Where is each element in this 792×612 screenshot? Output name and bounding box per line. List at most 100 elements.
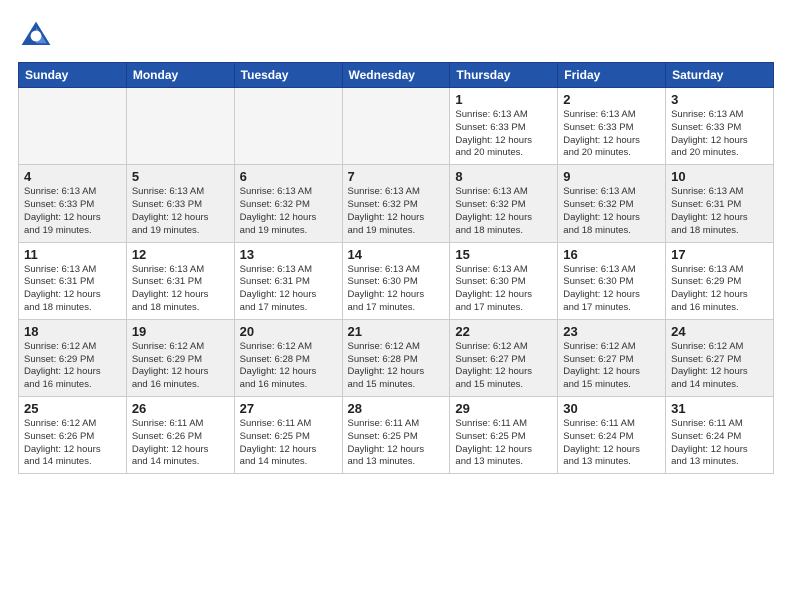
calendar-header-row: SundayMondayTuesdayWednesdayThursdayFrid…	[19, 63, 774, 88]
calendar-header-wednesday: Wednesday	[342, 63, 450, 88]
calendar-day-cell: 27Sunrise: 6:11 AM Sunset: 6:25 PM Dayli…	[234, 397, 342, 474]
day-detail: Sunrise: 6:12 AM Sunset: 6:27 PM Dayligh…	[563, 341, 660, 392]
day-number: 2	[563, 92, 660, 107]
day-detail: Sunrise: 6:13 AM Sunset: 6:30 PM Dayligh…	[563, 264, 660, 315]
calendar-week-row: 18 Sunrise: 6:12 AM Sunset: 6:29 PM Dayli…	[19, 319, 774, 396]
day-number: 21	[348, 324, 445, 339]
day-detail: Sunrise: 6:13 AM Sunset: 6:29 PM Dayligh…	[671, 264, 768, 315]
calendar-day-cell: 30 Sunrise: 6:11 AM Sunset: 6:24 PM Dayli…	[558, 397, 666, 474]
day-number: 27	[240, 401, 337, 416]
day-detail: Sunrise: 6:13 AM Sunset: 6:32 PM Dayligh…	[348, 186, 445, 237]
day-number: 26	[132, 401, 229, 416]
day-number: 18	[24, 324, 121, 339]
day-number: 28	[348, 401, 445, 416]
calendar-day-cell: 18Sunrise: 6:12 AM Sunset: 6:29 PM Dayli…	[19, 319, 127, 396]
calendar-day-cell: 21 Sunrise: 6:12 AM Sunset: 6:28 PM Dayli…	[342, 319, 450, 396]
calendar-day-cell: 3 Sunrise: 6:13 AM Sunset: 6:33 PM Daylig…	[666, 88, 774, 165]
day-detail: Sunrise: 6:13 AM Sunset: 6:31 PM Dayligh…	[671, 186, 768, 237]
day-detail: Sunrise: 6:12 AM Sunset: 6:27 PM Dayligh…	[671, 341, 768, 392]
day-number: 14	[348, 247, 445, 262]
day-detail: Sunrise: 6:13 AM Sunset: 6:32 PM Dayligh…	[240, 186, 337, 237]
day-detail: Sunrise: 6:11 AM Sunset: 6:26 PM Dayligh…	[132, 418, 229, 469]
calendar-day-cell: 8 Sunrise: 6:13 AM Sunset: 6:32 PM Daylig…	[450, 165, 558, 242]
day-detail: Sunrise: 6:13 AM Sunset: 6:31 PM Dayligh…	[24, 264, 121, 315]
day-number: 12	[132, 247, 229, 262]
day-number: 4	[24, 169, 121, 184]
day-number: 11	[24, 247, 121, 262]
day-number: 10	[671, 169, 768, 184]
day-number: 25	[24, 401, 121, 416]
calendar-day-cell: 1 Sunrise: 6:13 AM Sunset: 6:33 PM Daylig…	[450, 88, 558, 165]
logo-icon	[18, 18, 54, 54]
calendar-header-saturday: Saturday	[666, 63, 774, 88]
day-detail: Sunrise: 6:11 AM Sunset: 6:25 PM Dayligh…	[348, 418, 445, 469]
day-detail: Sunrise: 6:13 AM Sunset: 6:32 PM Dayligh…	[455, 186, 552, 237]
day-number: 19	[132, 324, 229, 339]
calendar-week-row: 11 Sunrise: 6:13 AM Sunset: 6:31 PM Dayli…	[19, 242, 774, 319]
day-detail: Sunrise: 6:11 AM Sunset: 6:25 PM Dayligh…	[455, 418, 552, 469]
calendar-day-cell: 11 Sunrise: 6:13 AM Sunset: 6:31 PM Dayli…	[19, 242, 127, 319]
calendar-header-thursday: Thursday	[450, 63, 558, 88]
calendar-week-row: 1 Sunrise: 6:13 AM Sunset: 6:33 PM Daylig…	[19, 88, 774, 165]
calendar-day-cell: 24Sunrise: 6:12 AM Sunset: 6:27 PM Dayli…	[666, 319, 774, 396]
calendar-day-cell	[126, 88, 234, 165]
calendar-day-cell: 17 Sunrise: 6:13 AM Sunset: 6:29 PM Dayli…	[666, 242, 774, 319]
day-detail: Sunrise: 6:11 AM Sunset: 6:24 PM Dayligh…	[563, 418, 660, 469]
calendar-day-cell: 29 Sunrise: 6:11 AM Sunset: 6:25 PM Dayli…	[450, 397, 558, 474]
day-detail: Sunrise: 6:12 AM Sunset: 6:29 PM Dayligh…	[132, 341, 229, 392]
calendar-week-row: 25 Sunrise: 6:12 AM Sunset: 6:26 PM Dayli…	[19, 397, 774, 474]
calendar-day-cell: 31Sunrise: 6:11 AM Sunset: 6:24 PM Dayli…	[666, 397, 774, 474]
calendar-header-tuesday: Tuesday	[234, 63, 342, 88]
calendar-day-cell: 2Sunrise: 6:13 AM Sunset: 6:33 PM Daylig…	[558, 88, 666, 165]
day-number: 5	[132, 169, 229, 184]
calendar-day-cell: 5 Sunrise: 6:13 AM Sunset: 6:33 PM Daylig…	[126, 165, 234, 242]
day-number: 29	[455, 401, 552, 416]
day-detail: Sunrise: 6:13 AM Sunset: 6:33 PM Dayligh…	[671, 109, 768, 160]
calendar-day-cell: 23 Sunrise: 6:12 AM Sunset: 6:27 PM Dayli…	[558, 319, 666, 396]
calendar-day-cell	[342, 88, 450, 165]
day-number: 3	[671, 92, 768, 107]
day-detail: Sunrise: 6:12 AM Sunset: 6:28 PM Dayligh…	[240, 341, 337, 392]
day-detail: Sunrise: 6:12 AM Sunset: 6:26 PM Dayligh…	[24, 418, 121, 469]
day-number: 16	[563, 247, 660, 262]
calendar-day-cell: 15 Sunrise: 6:13 AM Sunset: 6:30 PM Dayli…	[450, 242, 558, 319]
day-detail: Sunrise: 6:13 AM Sunset: 6:33 PM Dayligh…	[132, 186, 229, 237]
calendar-header-friday: Friday	[558, 63, 666, 88]
day-number: 9	[563, 169, 660, 184]
day-number: 20	[240, 324, 337, 339]
day-number: 15	[455, 247, 552, 262]
day-detail: Sunrise: 6:13 AM Sunset: 6:33 PM Dayligh…	[455, 109, 552, 160]
day-number: 31	[671, 401, 768, 416]
calendar-day-cell: 22 Sunrise: 6:12 AM Sunset: 6:27 PM Dayli…	[450, 319, 558, 396]
day-detail: Sunrise: 6:12 AM Sunset: 6:27 PM Dayligh…	[455, 341, 552, 392]
day-number: 7	[348, 169, 445, 184]
calendar-day-cell: 7 Sunrise: 6:13 AM Sunset: 6:32 PM Daylig…	[342, 165, 450, 242]
day-detail: Sunrise: 6:12 AM Sunset: 6:28 PM Dayligh…	[348, 341, 445, 392]
day-number: 17	[671, 247, 768, 262]
calendar-header-sunday: Sunday	[19, 63, 127, 88]
calendar-table: SundayMondayTuesdayWednesdayThursdayFrid…	[18, 62, 774, 474]
day-detail: Sunrise: 6:13 AM Sunset: 6:32 PM Dayligh…	[563, 186, 660, 237]
calendar-day-cell	[19, 88, 127, 165]
day-detail: Sunrise: 6:13 AM Sunset: 6:33 PM Dayligh…	[24, 186, 121, 237]
day-number: 1	[455, 92, 552, 107]
day-number: 23	[563, 324, 660, 339]
calendar-day-cell: 16 Sunrise: 6:13 AM Sunset: 6:30 PM Dayli…	[558, 242, 666, 319]
calendar-day-cell: 19 Sunrise: 6:12 AM Sunset: 6:29 PM Dayli…	[126, 319, 234, 396]
calendar-day-cell: 9 Sunrise: 6:13 AM Sunset: 6:32 PM Daylig…	[558, 165, 666, 242]
header	[18, 18, 774, 54]
calendar-day-cell: 26 Sunrise: 6:11 AM Sunset: 6:26 PM Dayli…	[126, 397, 234, 474]
calendar-day-cell: 20 Sunrise: 6:12 AM Sunset: 6:28 PM Dayli…	[234, 319, 342, 396]
calendar-day-cell: 13Sunrise: 6:13 AM Sunset: 6:31 PM Dayli…	[234, 242, 342, 319]
day-number: 8	[455, 169, 552, 184]
day-detail: Sunrise: 6:13 AM Sunset: 6:30 PM Dayligh…	[455, 264, 552, 315]
day-number: 22	[455, 324, 552, 339]
day-detail: Sunrise: 6:13 AM Sunset: 6:30 PM Dayligh…	[348, 264, 445, 315]
day-number: 30	[563, 401, 660, 416]
calendar-day-cell: 28 Sunrise: 6:11 AM Sunset: 6:25 PM Dayli…	[342, 397, 450, 474]
calendar-week-row: 4 Sunrise: 6:13 AM Sunset: 6:33 PM Daylig…	[19, 165, 774, 242]
day-number: 6	[240, 169, 337, 184]
calendar-day-cell: 25 Sunrise: 6:12 AM Sunset: 6:26 PM Dayli…	[19, 397, 127, 474]
logo	[18, 18, 58, 54]
day-detail: Sunrise: 6:13 AM Sunset: 6:31 PM Dayligh…	[240, 264, 337, 315]
